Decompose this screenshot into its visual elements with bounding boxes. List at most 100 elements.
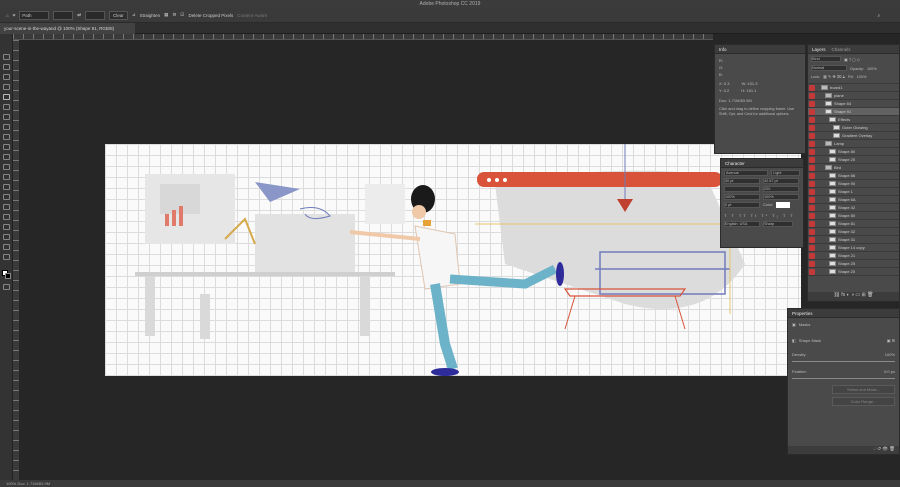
move-tool-icon[interactable] — [3, 54, 10, 60]
anti-alias-select[interactable]: Sharp — [763, 221, 793, 227]
layer-row[interactable]: board1 — [808, 84, 899, 92]
straighten-label[interactable]: Straighten — [140, 13, 161, 18]
visibility-eye-icon[interactable] — [809, 157, 815, 163]
visibility-eye-icon[interactable] — [809, 229, 815, 235]
crop-tool-icon[interactable]: ⌗ — [13, 13, 16, 18]
healing-brush-tool-icon[interactable] — [3, 114, 10, 120]
font-family-select[interactable]: Avenue — [724, 170, 769, 176]
layer-row[interactable]: Shape 81 — [808, 220, 899, 228]
tab-channels[interactable]: Channels — [832, 45, 851, 53]
layer-row[interactable]: Shape 86 — [808, 172, 899, 180]
kerning-field[interactable] — [724, 186, 760, 192]
visibility-eye-icon[interactable] — [809, 149, 815, 155]
layer-filter-select[interactable]: Kind — [811, 56, 841, 62]
visibility-eye-icon[interactable] — [809, 165, 815, 171]
quick-mask-icon[interactable] — [3, 284, 10, 290]
layer-row[interactable]: Shape 91 — [808, 108, 899, 116]
select-and-mask-button[interactable]: Select and Mask... — [832, 385, 895, 394]
home-icon[interactable]: ⌂ — [6, 13, 9, 18]
lock-icons[interactable]: ▦ ✎ ✥ ⌧ 🔒︎ — [823, 73, 845, 81]
pen-tool-icon[interactable] — [3, 194, 10, 200]
blend-mode-select[interactable]: Normal — [811, 65, 847, 71]
visibility-eye-icon[interactable] — [809, 213, 815, 219]
font-style-select[interactable]: Light — [771, 170, 800, 176]
history-brush-tool-icon[interactable] — [3, 144, 10, 150]
grid-overlay-icon[interactable]: ▦ — [164, 12, 168, 18]
layer-row[interactable]: Shape 84 — [808, 100, 899, 108]
more-tools-icon[interactable] — [3, 254, 10, 260]
hand-tool-icon[interactable] — [3, 234, 10, 240]
visibility-eye-icon[interactable] — [809, 101, 815, 107]
vertical-ruler[interactable] — [13, 40, 19, 480]
layer-row[interactable]: Outer Glowing — [808, 124, 899, 132]
tracking-field[interactable]: 200 — [763, 186, 799, 192]
visibility-eye-icon[interactable] — [809, 245, 815, 251]
visibility-eye-icon[interactable] — [809, 125, 815, 131]
character-panel-header[interactable]: Character — [721, 159, 803, 168]
visibility-eye-icon[interactable] — [809, 117, 815, 123]
layer-row[interactable]: plane — [808, 92, 899, 100]
layer-row[interactable]: Bird — [808, 164, 899, 172]
visibility-eye-icon[interactable] — [809, 173, 815, 179]
text-color-swatch[interactable] — [776, 202, 791, 208]
dodge-tool-icon[interactable] — [3, 184, 10, 190]
path-selection-tool-icon[interactable] — [3, 214, 10, 220]
document-canvas[interactable] — [105, 144, 801, 376]
background-color-swatch[interactable] — [5, 273, 11, 279]
gradient-tool-icon[interactable] — [3, 164, 10, 170]
info-panel-header[interactable]: Info — [715, 45, 805, 54]
visibility-eye-icon[interactable] — [809, 237, 815, 243]
visibility-eye-icon[interactable] — [809, 221, 815, 227]
tab-layers[interactable]: Layers — [812, 45, 826, 53]
baseline-shift-field[interactable]: 0 pt — [724, 202, 760, 208]
language-select[interactable]: English: USA — [724, 221, 760, 227]
text-style-buttons[interactable]: T T TT Tt T¹ T₁ T T — [724, 212, 800, 219]
visibility-eye-icon[interactable] — [809, 109, 815, 115]
horizontal-scale-field[interactable]: 100% — [763, 194, 799, 200]
visibility-eye-icon[interactable] — [809, 93, 815, 99]
brush-tool-icon[interactable] — [3, 124, 10, 130]
layer-row[interactable]: Shape 20 — [808, 268, 899, 276]
vertical-scale-field[interactable]: 100% — [724, 194, 760, 200]
layer-row[interactable]: Gradient Overlay — [808, 132, 899, 140]
filter-icons[interactable]: ▣ T ◻ ◇ — [844, 56, 860, 64]
feather-slider[interactable] — [792, 378, 895, 379]
density-slider[interactable] — [792, 361, 895, 362]
type-tool-icon[interactable] — [3, 204, 10, 210]
width-field[interactable] — [53, 10, 74, 20]
layer-row[interactable]: Effects — [808, 116, 899, 124]
rectangle-tool-icon[interactable] — [3, 224, 10, 230]
visibility-eye-icon[interactable] — [809, 189, 815, 195]
visibility-eye-icon[interactable] — [809, 181, 815, 187]
zoom-tool-icon[interactable] — [3, 244, 10, 250]
visibility-eye-icon[interactable] — [809, 85, 815, 91]
straighten-icon[interactable]: ⊿ — [132, 12, 136, 18]
search-icon[interactable]: ⌕ — [877, 13, 880, 18]
content-aware-label[interactable]: Content-Aware — [237, 13, 267, 18]
feather-value[interactable]: 0.0 px — [884, 368, 895, 376]
layer-row[interactable]: Shape 25 — [808, 156, 899, 164]
layer-row[interactable]: Lamp — [808, 140, 899, 148]
document-tab[interactable]: your-scene-in-the-wayand @ 100% (Shape 9… — [0, 23, 135, 34]
horizontal-ruler[interactable] — [13, 34, 713, 40]
marquee-tool-icon[interactable] — [3, 64, 10, 70]
visibility-eye-icon[interactable] — [809, 133, 815, 139]
layer-row[interactable]: Shape 42 — [808, 204, 899, 212]
swap-icon[interactable]: ⇄ — [77, 12, 81, 18]
visibility-eye-icon[interactable] — [809, 141, 815, 147]
layer-row[interactable]: Shape 80 — [808, 212, 899, 220]
layers-footer-icons[interactable]: ⛓ fx ◐ ◑ ▭ ⊞ 🗑︎ — [808, 292, 899, 301]
layer-row[interactable]: Shape 80 — [808, 148, 899, 156]
crop-tool-icon[interactable] — [3, 94, 10, 100]
height-field[interactable] — [85, 10, 106, 20]
color-range-button[interactable]: Color Range... — [832, 397, 895, 406]
layer-row[interactable]: Shape 6A — [808, 196, 899, 204]
eraser-tool-icon[interactable] — [3, 154, 10, 160]
opacity-value[interactable]: 100% — [867, 65, 877, 73]
layer-row[interactable]: Shape 21 — [808, 252, 899, 260]
layer-row[interactable]: Shape 1 — [808, 188, 899, 196]
density-value[interactable]: 100% — [885, 351, 895, 359]
font-size-field[interactable]: 30 pt — [724, 178, 760, 184]
clone-stamp-tool-icon[interactable] — [3, 134, 10, 140]
eyedropper-tool-icon[interactable] — [3, 104, 10, 110]
